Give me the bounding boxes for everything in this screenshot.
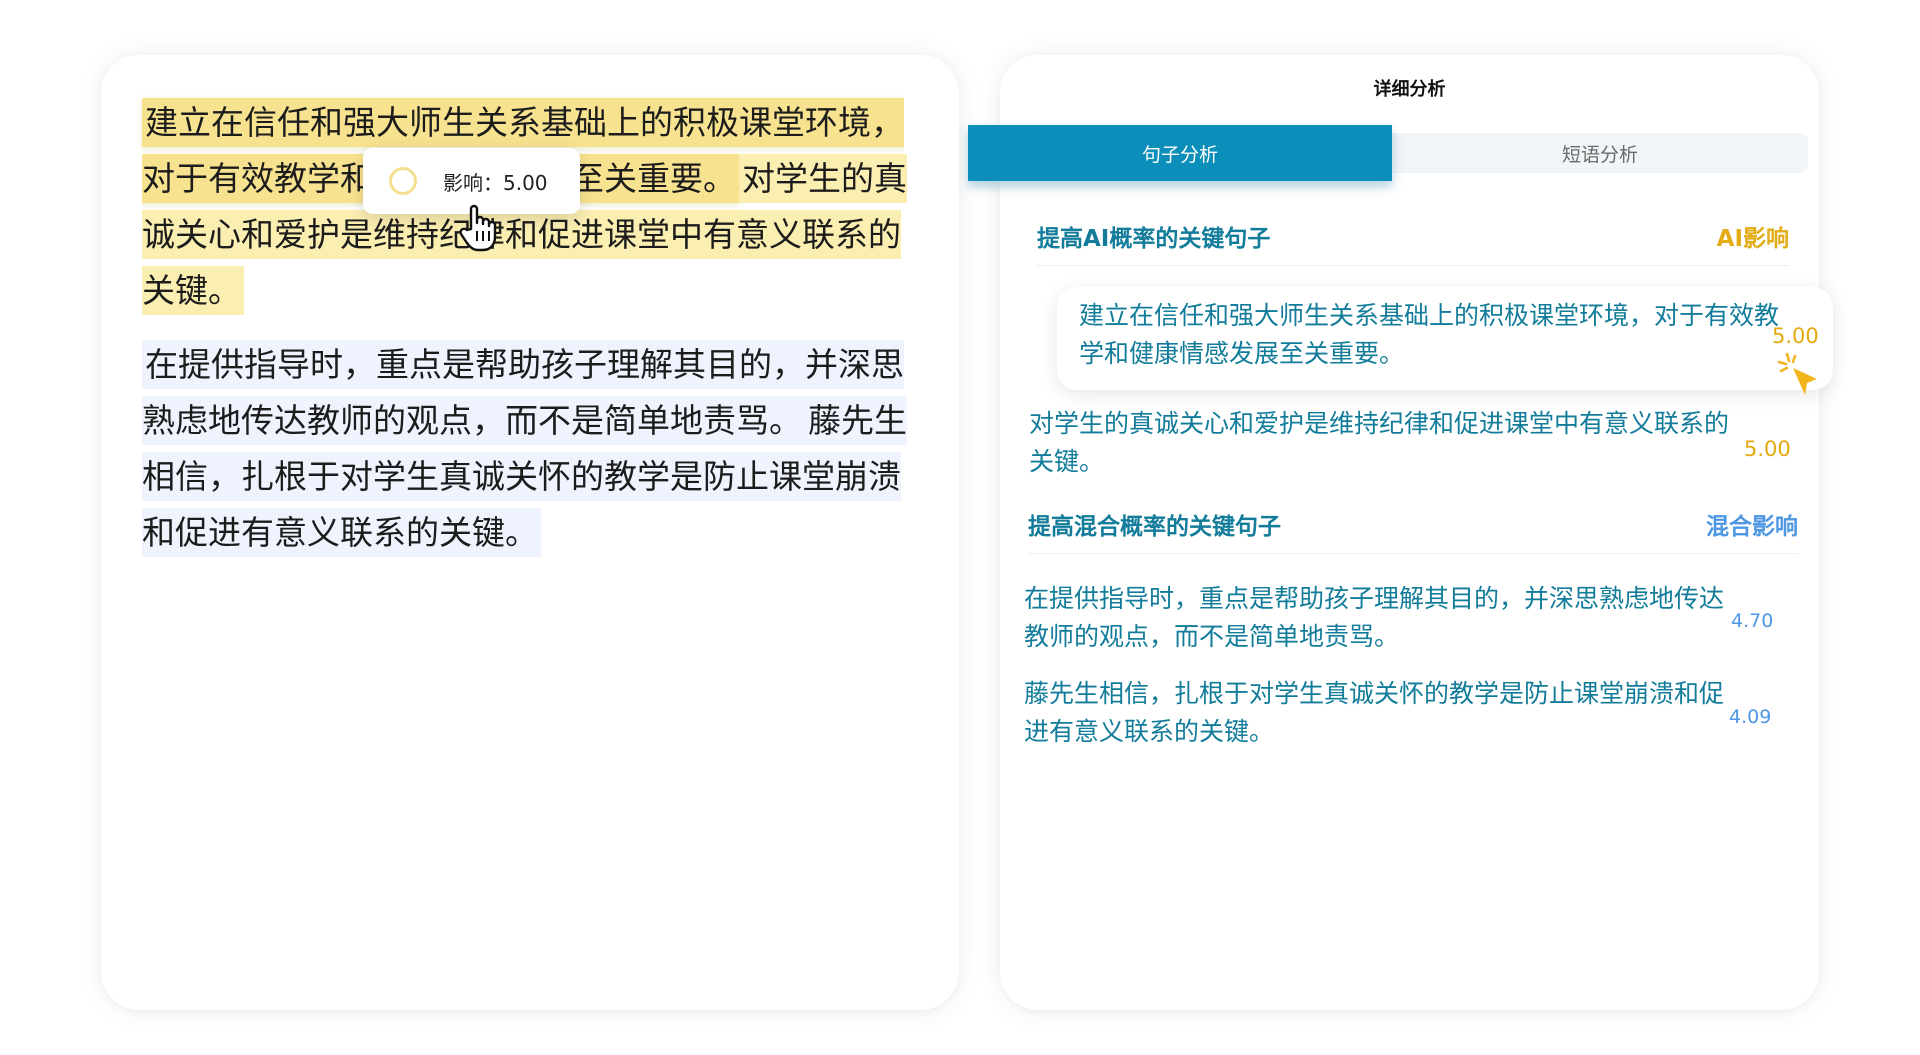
mixed-section-header: 提高混合概率的关键句子 混合影响 <box>1028 507 1798 554</box>
ai-result-score: 5.00 <box>1772 324 1819 348</box>
mixed-result-text: 在提供指导时，重点是帮助孩子理解其目的，并深思熟虑地传达教师的观点，而不是简单地… <box>1024 584 1725 651</box>
mixed-result-item[interactable]: 藤先生相信，扎根于对学生真诚关怀的教学是防止课堂崩溃和促进有意义联系的关键。 4… <box>1024 675 1804 751</box>
ai-result-item[interactable]: 对学生的真诚关心和爱护是维持纪律和促进课堂中有意义联系的关键。 5.00 <box>1029 405 1791 481</box>
ai-section-title: 提高AI概率的关键句子 <box>1037 226 1271 252</box>
analysis-tabs: 句子分析 短语分析 <box>968 125 1808 181</box>
ai-result-text: 对学生的真诚关心和爱护是维持纪律和促进课堂中有意义联系的关键。 <box>1029 409 1730 476</box>
mixed-result-score: 4.09 <box>1729 706 1772 728</box>
ai-section-header: 提高AI概率的关键句子 AI影响 <box>1037 219 1789 266</box>
mixed-result-item[interactable]: 在提供指导时，重点是帮助孩子理解其目的，并深思熟虑地传达教师的观点，而不是简单地… <box>1024 580 1804 656</box>
arrow-cursor-icon <box>1777 352 1817 395</box>
analysis-panel: 详细分析 句子分析 短语分析 提高AI概率的关键句子 AI影响 建立在信任和强大… <box>968 55 1833 1010</box>
document-card: 建立在信任和强大师生关系基础上的积极课堂环境，对于有效教学和健康情感发展至关重要… <box>101 55 959 1010</box>
ai-result-item-selected[interactable]: 建立在信任和强大师生关系基础上的积极课堂环境，对于有效教学和健康情感发展至关重要… <box>1057 287 1833 390</box>
paragraph-2: 在提供指导时，重点是帮助孩子理解其目的，并深思熟虑地传达教师的观点，而不是简单地… <box>142 337 922 561</box>
mixed-result-score: 4.70 <box>1731 610 1774 632</box>
hand-pointer-icon <box>459 204 497 252</box>
mixed-impact-label: 混合影响 <box>1706 514 1798 540</box>
ai-impact-label: AI影响 <box>1716 226 1789 252</box>
panel-title: 详细分析 <box>1373 79 1446 100</box>
impact-tooltip-text: 影响：5.00 <box>443 170 548 195</box>
mixed-section-title: 提高混合概率的关键句子 <box>1028 514 1281 540</box>
mixed-sentence-1[interactable]: 在提供指导时，重点是帮助孩子理解其目的，并深思熟虑地传达教师的观点，而不是简单地… <box>142 340 904 445</box>
tab-phrase-analysis[interactable]: 短语分析 <box>1392 133 1808 173</box>
ai-result-text: 建立在信任和强大师生关系基础上的积极课堂环境，对于有效教学和健康情感发展至关重要… <box>1079 301 1780 368</box>
tab-sentence-analysis[interactable]: 句子分析 <box>968 125 1392 181</box>
impact-ring-icon <box>389 167 417 195</box>
ai-result-score: 5.00 <box>1744 437 1791 461</box>
mixed-result-text: 藤先生相信，扎根于对学生真诚关怀的教学是防止课堂崩溃和促进有意义联系的关键。 <box>1024 679 1725 746</box>
